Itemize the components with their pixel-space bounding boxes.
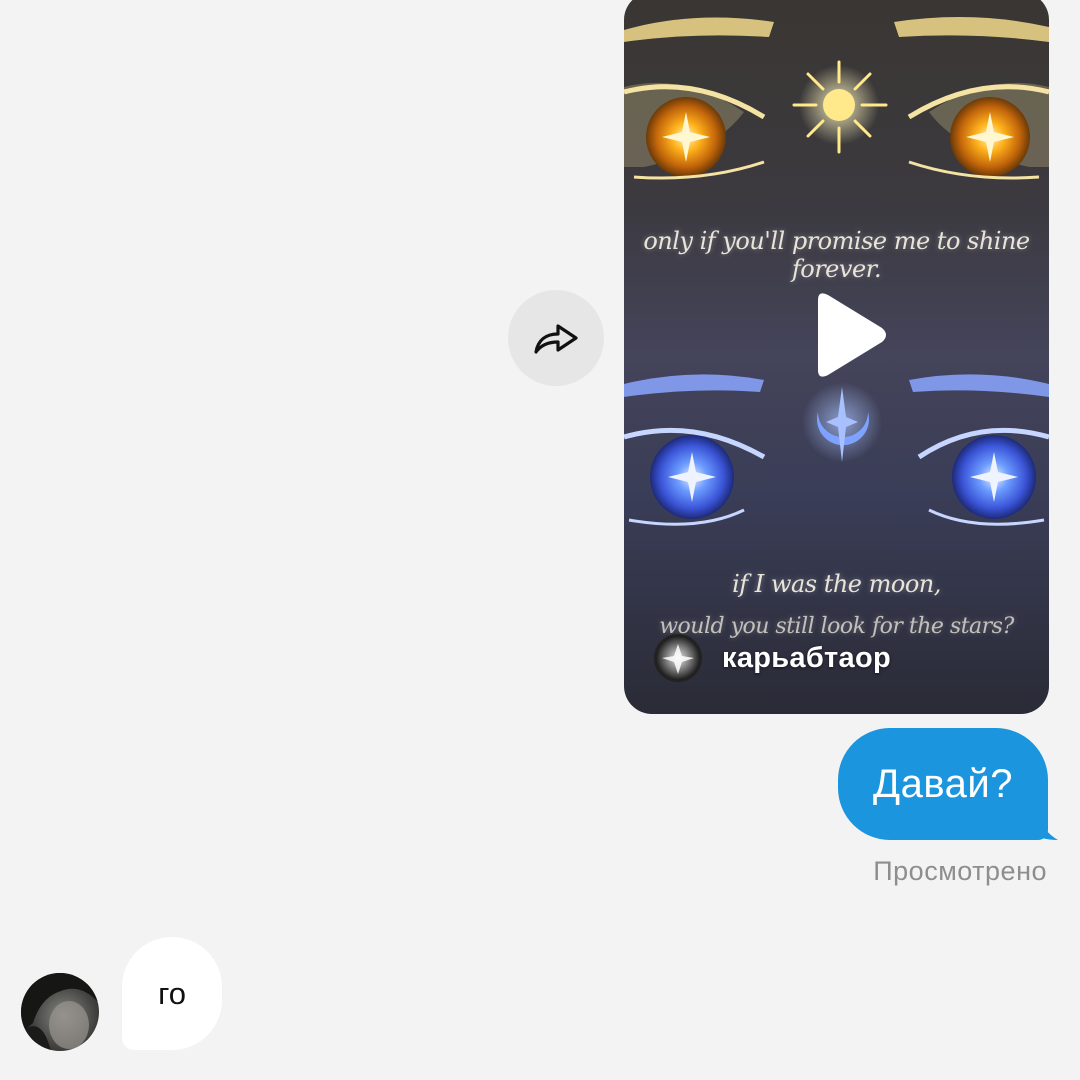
share-arrow-icon [534,324,578,354]
author-name: карьабтаор [722,641,891,674]
shared-video-card[interactable]: only if you'll promise me to shine forev… [624,0,1049,714]
incoming-message-bubble[interactable]: го [122,937,222,1050]
incoming-message-text: го [158,975,186,1011]
author-avatar [654,634,702,682]
share-button[interactable] [508,290,604,386]
play-icon[interactable] [802,290,892,380]
sender-avatar[interactable] [21,973,99,1051]
seen-status: Просмотрено [873,856,1047,886]
outgoing-message-text: Давай? [873,761,1013,806]
outgoing-bubble-tail [1030,818,1058,840]
chat-screen: only if you'll promise me to shine forev… [0,0,1080,1080]
video-caption-moon-line1: if I was the moon, [732,570,941,598]
video-author[interactable]: карьабтаор [654,634,891,682]
outgoing-message-bubble[interactable]: Давай? [838,728,1048,840]
video-caption-top: only if you'll promise me to shine forev… [643,227,1030,283]
